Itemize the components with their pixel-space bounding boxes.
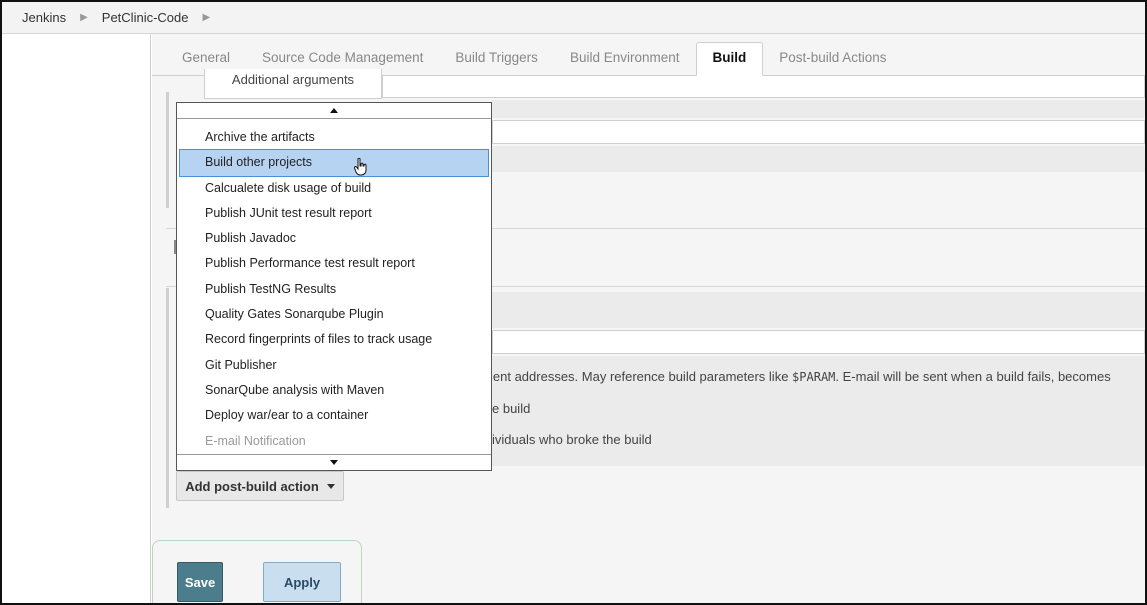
- breadcrumb-separator-icon: ▶: [202, 12, 211, 23]
- post-build-action-dropdown[interactable]: Archive the artifacts Build other projec…: [176, 102, 492, 471]
- dropdown-item-archive-artifacts[interactable]: Archive the artifacts: [180, 125, 488, 150]
- dropdown-item-email-notification: E-mail Notification: [205, 433, 306, 448]
- tab-build-environment[interactable]: Build Environment: [554, 43, 696, 75]
- scroll-up-button[interactable]: [177, 103, 491, 119]
- form-band: [492, 146, 1145, 172]
- email-option-unstable: e build: [492, 401, 531, 416]
- dropdown-item-deploy-container[interactable]: Deploy war/ear to a container: [180, 403, 488, 428]
- email-help-text: ient addresses. May reference build para…: [490, 369, 1111, 384]
- scroll-down-button[interactable]: [177, 454, 491, 470]
- form-band: [492, 292, 1145, 328]
- section-indent-line: [166, 92, 169, 208]
- caret-down-icon: [326, 483, 335, 489]
- param-token: $PARAM: [792, 370, 836, 384]
- triangle-down-icon: [330, 460, 338, 465]
- save-button[interactable]: Save: [177, 562, 223, 602]
- breadcrumb-item-project[interactable]: PetClinic-Code: [102, 10, 189, 25]
- dropdown-item-quality-gates[interactable]: Quality Gates Sonarqube Plugin: [180, 302, 488, 327]
- tab-build-triggers[interactable]: Build Triggers: [439, 43, 554, 75]
- additional-arguments-tab[interactable]: Additional arguments: [204, 69, 382, 99]
- dropdown-item-git-publisher[interactable]: Git Publisher: [180, 353, 488, 378]
- dropdown-item-disk-usage[interactable]: Calcualete disk usage of build: [180, 176, 488, 201]
- jenkins-window: Jenkins ▶ PetClinic-Code ▶ General Sourc…: [0, 0, 1147, 605]
- breadcrumb-item-jenkins[interactable]: Jenkins: [22, 10, 66, 25]
- additional-arguments-field[interactable]: [382, 76, 1145, 98]
- dropdown-item-build-other-projects[interactable]: Build other projects: [179, 149, 489, 177]
- dropdown-item-fingerprints[interactable]: Record fingerprints of files to track us…: [180, 327, 488, 352]
- tab-build[interactable]: Build: [695, 42, 764, 76]
- dropdown-item-junit-report[interactable]: Publish JUnit test result report: [180, 201, 488, 226]
- recipients-field[interactable]: [492, 330, 1145, 354]
- dropdown-item-javadoc[interactable]: Publish Javadoc: [180, 226, 488, 251]
- triangle-up-icon: [330, 108, 338, 113]
- form-field[interactable]: [492, 120, 1145, 144]
- dropdown-item-testng[interactable]: Publish TestNG Results: [180, 277, 488, 302]
- apply-button[interactable]: Apply: [263, 562, 341, 602]
- hand-pointer-icon: [354, 158, 367, 176]
- email-help-suffix: . E-mail will be sent when a build fails…: [835, 369, 1111, 384]
- section-indent-line: [166, 288, 169, 508]
- add-post-build-action-button[interactable]: Add post-build action: [176, 471, 344, 501]
- dropdown-item-performance-report[interactable]: Publish Performance test result report: [180, 251, 488, 276]
- form-band: [492, 100, 1145, 118]
- email-help-prefix: ient addresses. May reference build para…: [490, 369, 793, 384]
- tab-post-build-actions[interactable]: Post-build Actions: [763, 43, 902, 75]
- dropdown-list: Archive the artifacts Build other projec…: [177, 125, 491, 454]
- breadcrumb-separator-icon: ▶: [80, 12, 88, 23]
- email-option-individuals: ividuals who broke the build: [492, 432, 652, 447]
- sidebar: [2, 34, 151, 603]
- add-post-build-action-label: Add post-build action: [185, 478, 319, 494]
- breadcrumb: Jenkins ▶ PetClinic-Code ▶: [2, 2, 1145, 34]
- dropdown-item-sonarqube-maven[interactable]: SonarQube analysis with Maven: [180, 378, 488, 403]
